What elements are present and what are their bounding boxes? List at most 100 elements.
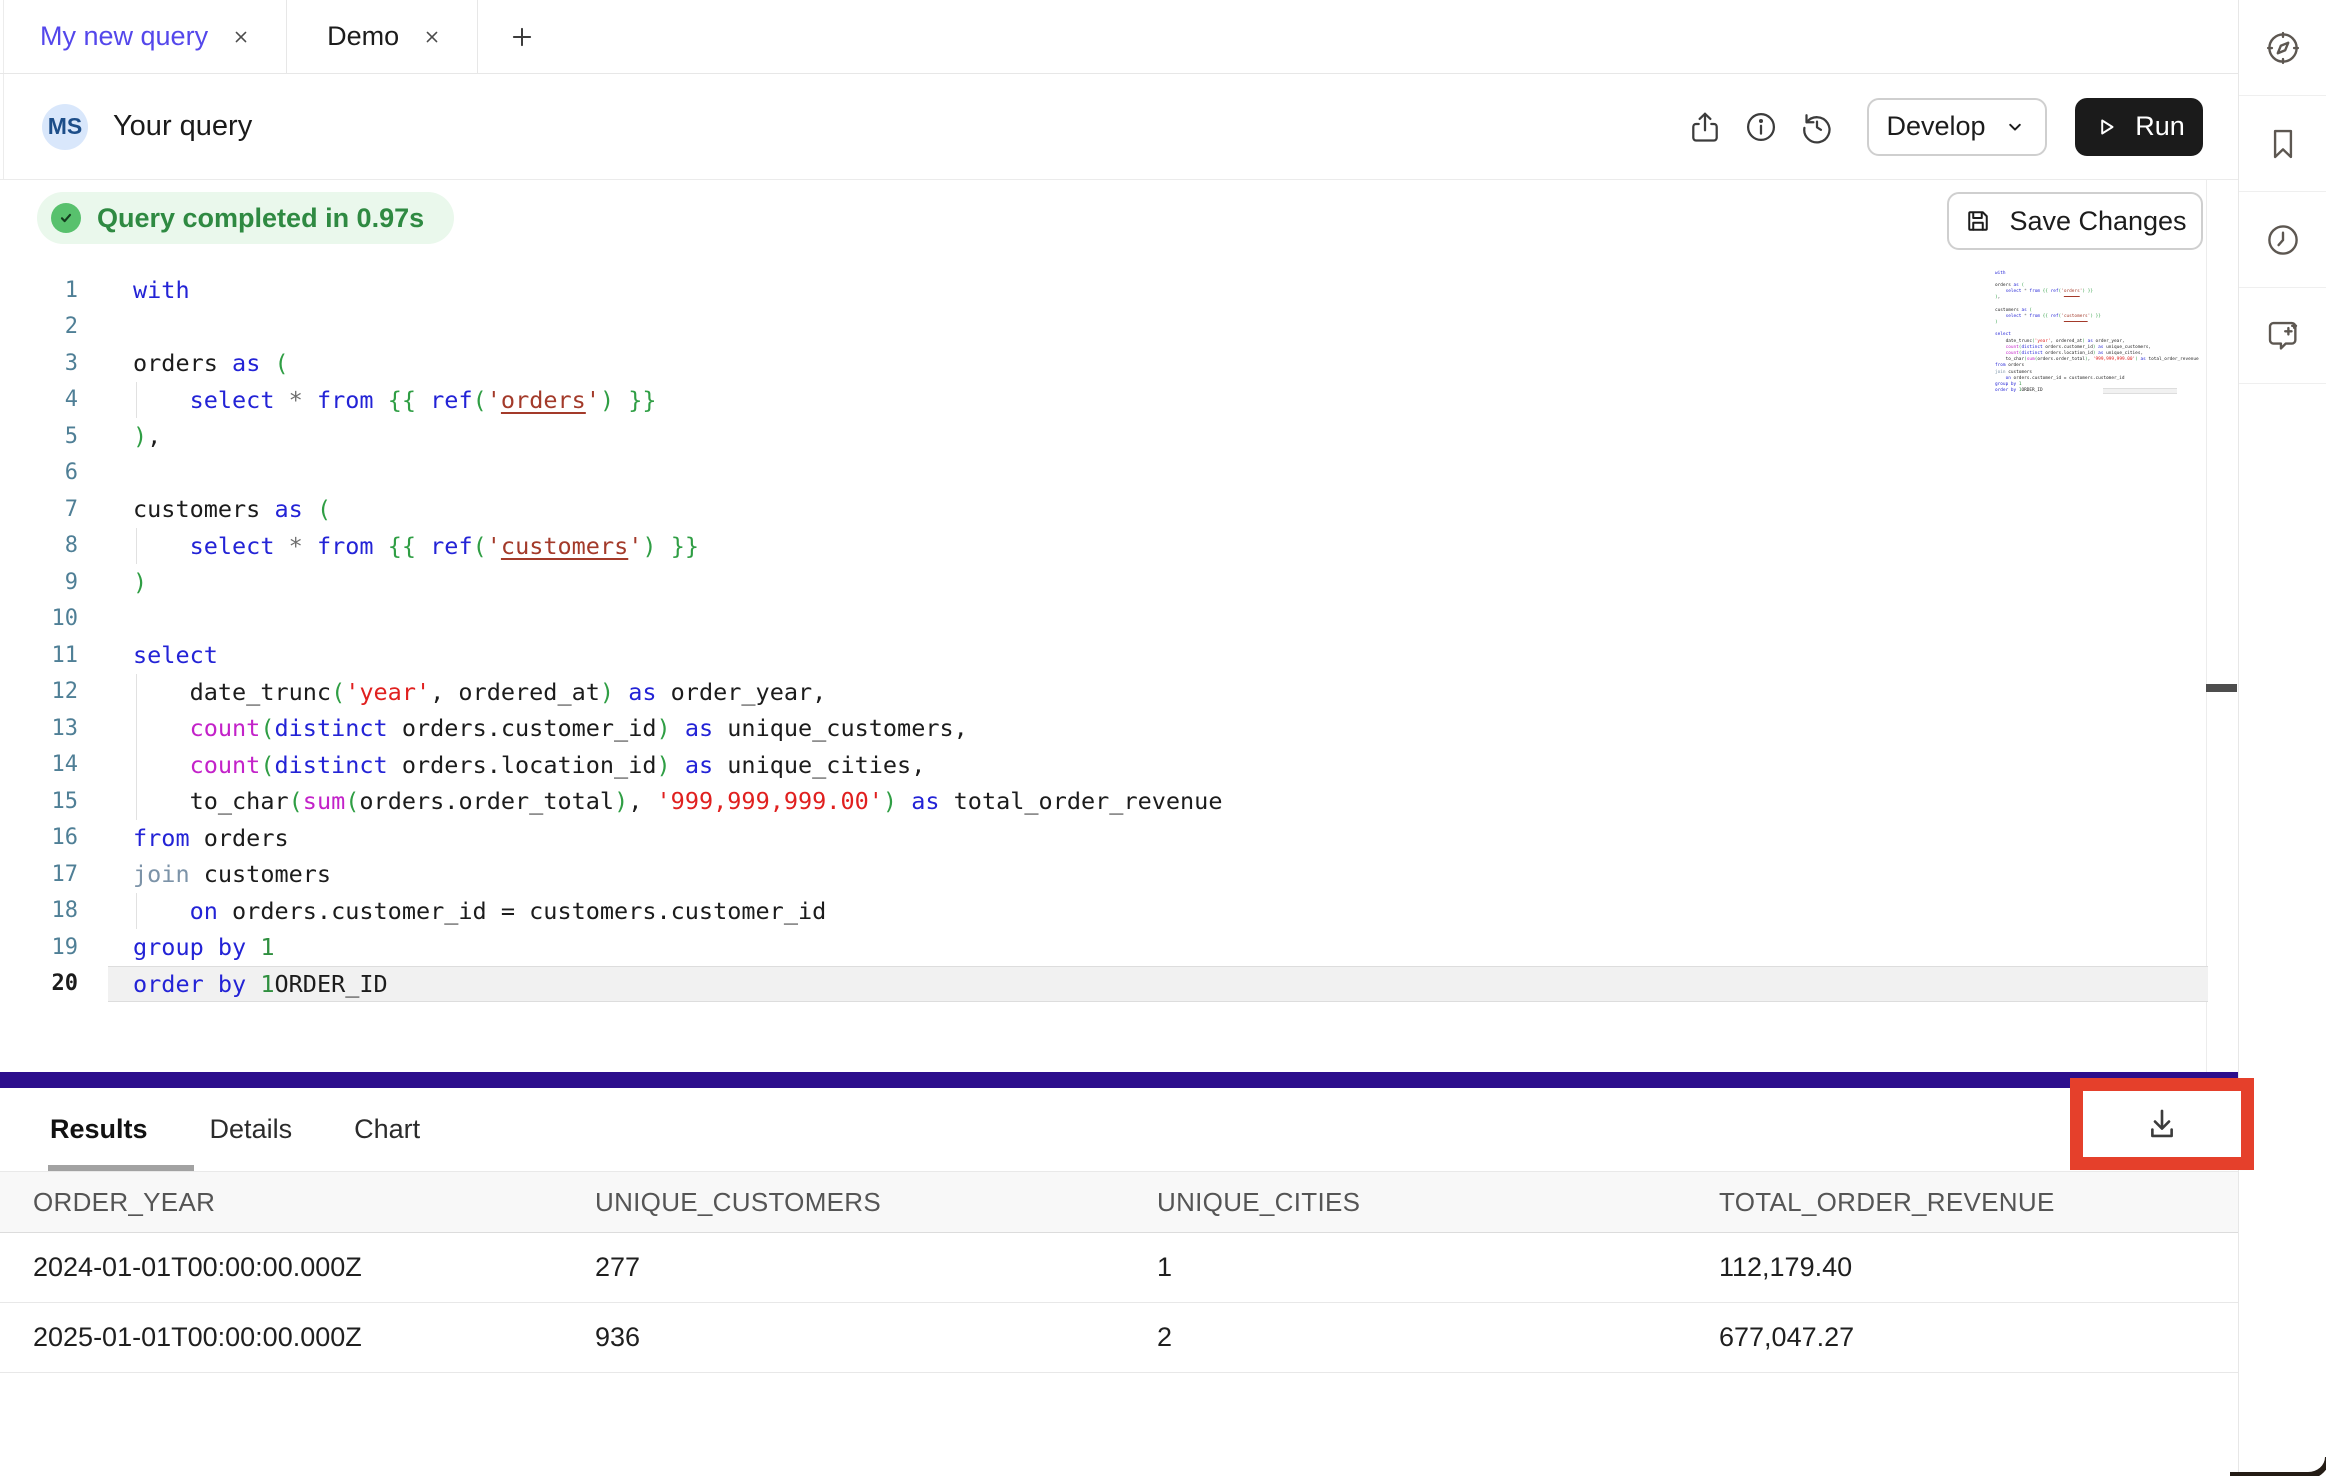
query-status-text: Query completed in 0.97s <box>97 203 424 234</box>
code-text: with <box>133 276 190 304</box>
tab-label: Demo <box>327 21 399 52</box>
tab-bar: My new query Demo <box>0 0 2238 74</box>
line-number: 8 <box>0 533 78 558</box>
tab-chart[interactable]: Chart <box>354 1114 420 1145</box>
code-text: order by 1ORDER_ID <box>133 970 388 998</box>
column-header: TOTAL_ORDER_REVENUE <box>1719 1187 2238 1218</box>
code-minimap[interactable]: 1with23orders as (4 select * from {{ ref… <box>1995 270 2207 394</box>
code-text: customers as ( <box>1995 308 2032 313</box>
code-area[interactable]: 1with23orders as (4 select * from {{ ref… <box>0 272 2238 1002</box>
code-line-20[interactable]: 20 order by 1ORDER_ID <box>0 966 2238 1003</box>
code-text: select * from {{ ref('customers') }} <box>1995 314 2101 319</box>
line-number: 13 <box>0 716 78 741</box>
close-icon[interactable] <box>421 26 443 48</box>
code-text: ) <box>1995 320 1998 325</box>
code-line-15[interactable]: 15 to_char(sum(orders.order_total), '999… <box>0 783 2238 820</box>
code-text: select <box>133 641 218 669</box>
share-button[interactable] <box>1677 99 1733 155</box>
clock-icon <box>2264 221 2302 259</box>
code-line-2[interactable]: 2 <box>0 309 2238 346</box>
tab-my-new-query[interactable]: My new query <box>0 0 287 73</box>
code-line-8[interactable]: 8 select * from {{ ref('customers') }} <box>0 528 2238 565</box>
code-line-11[interactable]: 11select <box>0 637 2238 674</box>
sidebar-history-button[interactable] <box>2239 192 2326 288</box>
table-row[interactable]: 2025-01-01T00:00:00.000Z9362677,047.27 <box>0 1303 2238 1373</box>
run-button[interactable]: Run <box>2075 98 2203 156</box>
play-icon <box>2093 114 2119 140</box>
tab-results[interactable]: Results <box>50 1114 148 1145</box>
code-line-18[interactable]: 18 on orders.customer_id = customers.cus… <box>0 893 2238 930</box>
info-button[interactable] <box>1733 99 1789 155</box>
panel-splitter-handle[interactable] <box>0 1072 2240 1088</box>
editor-scroll-gutter <box>2206 180 2207 1072</box>
code-text: to_char(sum(orders.order_total), '999,99… <box>133 787 1222 815</box>
code-text: join customers <box>1995 370 2032 375</box>
code-line-5[interactable]: 5), <box>0 418 2238 455</box>
code-line-4[interactable]: 4 select * from {{ ref('orders') }} <box>0 382 2238 419</box>
table-row[interactable]: 2024-01-01T00:00:00.000Z2771112,179.40 <box>0 1233 2238 1303</box>
develop-button[interactable]: Develop <box>1867 98 2047 156</box>
code-text: date_trunc('year', ordered_at) as order_… <box>1995 339 2125 344</box>
code-line-16[interactable]: 16from orders <box>0 820 2238 857</box>
annotation-highlight-box <box>2070 1078 2254 1170</box>
sidebar-ai-assistant-button[interactable] <box>2239 288 2326 384</box>
code-line-19[interactable]: 19group by 1 <box>0 929 2238 966</box>
new-tab-button[interactable] <box>478 0 566 73</box>
run-button-label: Run <box>2135 111 2185 142</box>
line-number: 18 <box>0 898 78 923</box>
code-text: orders as ( <box>133 349 289 377</box>
tab-demo[interactable]: Demo <box>287 0 478 73</box>
close-icon[interactable] <box>230 26 252 48</box>
code-line-10[interactable]: 10 <box>0 601 2238 638</box>
code-text: order by 1ORDER_ID <box>1995 388 2043 393</box>
scrollbar-thumb[interactable] <box>2206 684 2237 692</box>
code-line-3[interactable]: 3orders as ( <box>0 345 2238 382</box>
line-number: 10 <box>0 606 78 631</box>
code-line-12[interactable]: 12 date_trunc('year', ordered_at) as ord… <box>0 674 2238 711</box>
code-text: customers as ( <box>133 495 331 523</box>
code-text: select * from {{ ref('customers') }} <box>133 532 699 560</box>
code-line-7[interactable]: 7customers as ( <box>0 491 2238 528</box>
bookmark-icon <box>2264 125 2302 163</box>
save-changes-button[interactable]: Save Changes <box>1947 192 2203 250</box>
code-line-6[interactable]: 6 <box>0 455 2238 492</box>
column-header: UNIQUE_CUSTOMERS <box>595 1187 1157 1218</box>
code-text: join customers <box>133 860 331 888</box>
sidebar-explore-button[interactable] <box>2239 0 2326 96</box>
line-number: 9 <box>0 570 78 595</box>
query-header: MS Your query Develop <box>0 74 2238 180</box>
results-tab-bar: Results Details Chart <box>0 1088 2238 1171</box>
right-icon-sidebar <box>2238 0 2326 1476</box>
table-cell: 2024-01-01T00:00:00.000Z <box>33 1252 595 1283</box>
column-header: UNIQUE_CITIES <box>1157 1187 1719 1218</box>
line-number: 20 <box>0 971 78 996</box>
code-line-17[interactable]: 17 join customers <box>0 856 2238 893</box>
avatar: MS <box>42 104 88 150</box>
plus-icon <box>507 22 537 52</box>
code-line-13[interactable]: 13 count(distinct orders.customer_id) as… <box>0 710 2238 747</box>
info-icon <box>1743 109 1779 145</box>
code-text: count(distinct orders.customer_id) as un… <box>133 714 968 742</box>
table-cell: 2 <box>1157 1322 1719 1353</box>
code-text: on orders.customer_id = customers.custom… <box>1995 376 2125 381</box>
code-line-1[interactable]: 1with <box>0 272 2238 309</box>
minimap-line-20: 20order by 1ORDER_ID <box>1995 388 2207 394</box>
sql-editor: Query completed in 0.97s Save Changes 1w… <box>0 180 2238 1072</box>
line-number: 19 <box>0 935 78 960</box>
code-line-9[interactable]: 9) <box>0 564 2238 601</box>
code-line-14[interactable]: 14 count(distinct orders.location_id) as… <box>0 747 2238 784</box>
code-text: orders as ( <box>1995 283 2024 288</box>
minimap-line-15: 15 to_char(sum(orders.order_total), '999… <box>1995 357 2207 363</box>
tab-details[interactable]: Details <box>210 1114 293 1145</box>
sidebar-bookmarks-button[interactable] <box>2239 96 2326 192</box>
results-panel: Results Details Chart ORDER_YEARUNIQUE_C… <box>0 1088 2238 1476</box>
column-header: ORDER_YEAR <box>33 1187 595 1218</box>
code-text: count(distinct orders.location_id) as un… <box>133 751 925 779</box>
download-results-button[interactable] <box>2127 1094 2197 1154</box>
table-header-row: ORDER_YEARUNIQUE_CUSTOMERSUNIQUE_CITIEST… <box>0 1171 2238 1233</box>
line-number: 16 <box>0 825 78 850</box>
history-button[interactable] <box>1789 99 1845 155</box>
line-number: 6 <box>0 460 78 485</box>
code-text: with <box>1995 271 2006 276</box>
line-number: 17 <box>0 862 78 887</box>
